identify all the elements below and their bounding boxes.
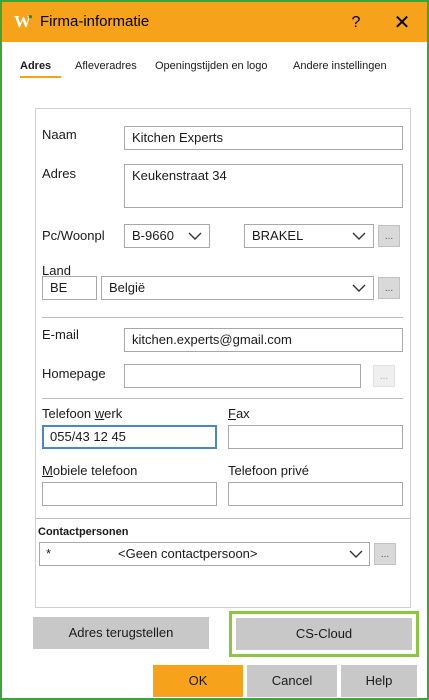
- divider: [42, 317, 403, 318]
- tab-afleveradres[interactable]: Afleveradres: [75, 60, 137, 72]
- naam-input[interactable]: Kitchen Experts: [124, 126, 403, 150]
- email-label: E-mail: [42, 327, 79, 342]
- tab-adres[interactable]: Adres: [20, 60, 51, 72]
- adres-label: Adres: [42, 166, 76, 181]
- help-button[interactable]: Help: [341, 665, 417, 697]
- close-icon[interactable]: ✕: [390, 11, 414, 35]
- chevron-down-icon: [188, 232, 202, 240]
- telefoon-werk-label: Telefoon werk: [42, 406, 123, 421]
- land-code-input[interactable]: BE: [42, 276, 97, 300]
- chevron-down-icon: [352, 232, 366, 240]
- homepage-label: Homepage: [42, 366, 106, 381]
- land-name-value: België: [109, 280, 146, 295]
- pc-woonpl-label: Pc/Woonpl: [42, 228, 105, 243]
- telefoon-prive-label: Telefoon privé: [228, 463, 309, 478]
- city-lookup-button[interactable]: ...: [378, 225, 400, 247]
- land-lookup-button[interactable]: ...: [378, 277, 400, 299]
- contactpersoon-lookup-button[interactable]: ...: [374, 543, 396, 565]
- fax-label: Fax: [228, 406, 250, 421]
- adres-textarea[interactable]: Keukenstraat 34: [124, 164, 403, 208]
- telefoon-prive-input[interactable]: [228, 482, 403, 506]
- divider: [42, 398, 403, 399]
- tab-andere-instellingen[interactable]: Andere instellingen: [293, 60, 387, 72]
- divider: [36, 518, 410, 519]
- cs-cloud-button[interactable]: CS-Cloud: [236, 618, 412, 650]
- ok-button[interactable]: OK: [153, 665, 243, 697]
- app-logo-icon: W ●: [14, 12, 33, 31]
- mobiele-telefoon-label: Mobiele telefoon: [42, 463, 138, 478]
- tab-openingstijden[interactable]: Openingstijden en logo: [155, 60, 268, 72]
- email-input[interactable]: kitchen.experts@gmail.com: [124, 328, 403, 352]
- title-bar[interactable]: W ● Firma-informatie ? ✕: [2, 2, 427, 42]
- contactpersonen-label: Contactpersonen: [38, 526, 129, 538]
- active-tab-indicator: [20, 76, 61, 78]
- help-question-button[interactable]: ?: [344, 11, 368, 35]
- land-select[interactable]: België: [101, 276, 374, 300]
- chevron-down-icon: [352, 284, 366, 292]
- city-value: BRAKEL: [252, 228, 304, 243]
- postcode-select[interactable]: B-9660: [124, 224, 210, 248]
- adres-terugstellen-button[interactable]: Adres terugstellen: [33, 617, 209, 649]
- fax-input[interactable]: [228, 425, 403, 449]
- homepage-open-button[interactable]: ...: [373, 365, 395, 387]
- naam-label: Naam: [42, 127, 77, 142]
- window-title: Firma-informatie: [40, 13, 150, 30]
- contactpersoon-marker: *: [46, 546, 52, 561]
- dialog-window: W ● Firma-informatie ? ✕ Adres Afleveradr…: [0, 0, 429, 700]
- postcode-value: B-9660: [132, 228, 174, 243]
- contactpersoon-select[interactable]: * <Geen contactpersoon>: [39, 542, 370, 566]
- telefoon-werk-input[interactable]: 055/43 12 45: [42, 425, 217, 449]
- mobiele-telefoon-input[interactable]: [42, 482, 217, 506]
- city-select[interactable]: BRAKEL: [244, 224, 374, 248]
- contactpersoon-value: <Geen contactpersoon>: [118, 546, 258, 561]
- homepage-input[interactable]: [124, 364, 361, 388]
- chevron-down-icon: [349, 550, 363, 558]
- cancel-button[interactable]: Cancel: [247, 665, 337, 697]
